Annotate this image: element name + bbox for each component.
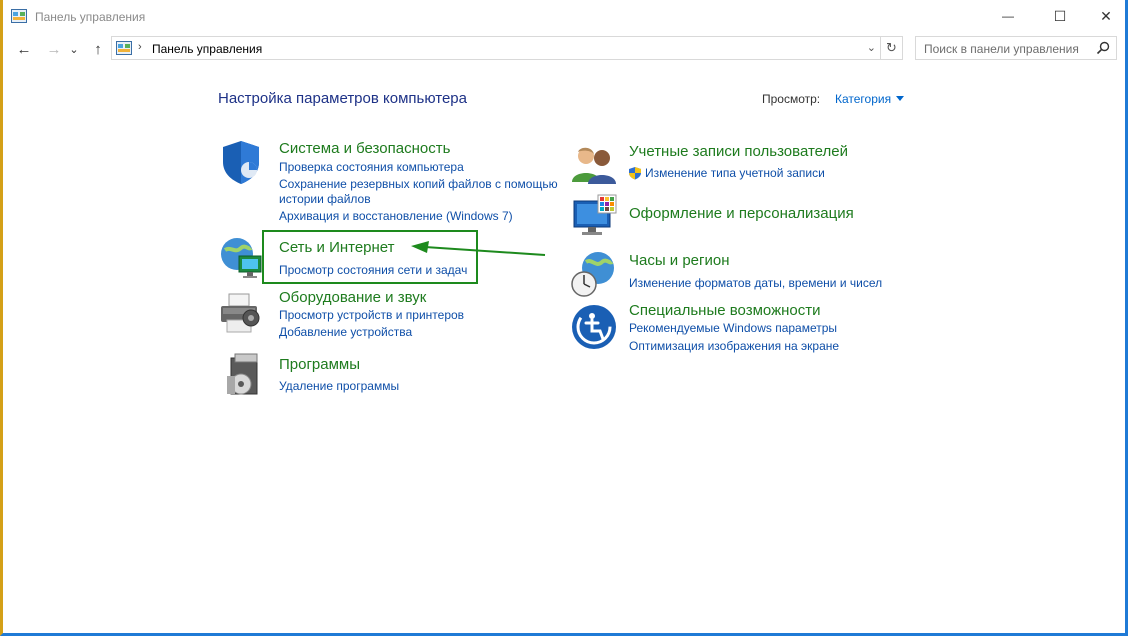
- link-change-account-type[interactable]: Изменение типа учетной записи: [645, 166, 825, 180]
- breadcrumb-control-panel[interactable]: Панель управления: [152, 42, 262, 56]
- clock-globe-icon[interactable]: [570, 250, 618, 298]
- programs-disc-icon[interactable]: [217, 352, 265, 400]
- back-arrow-icon: ←: [16, 40, 32, 58]
- link-date-time-formats[interactable]: Изменение форматов даты, времени и чисел: [629, 276, 882, 290]
- search-input[interactable]: Поиск в панели управления: [915, 36, 1117, 60]
- monitor-palette-icon[interactable]: [570, 193, 618, 241]
- close-button[interactable]: ✕: [1083, 0, 1128, 32]
- category-programs[interactable]: Программы: [279, 356, 360, 373]
- link-optimize-display[interactable]: Оптимизация изображения на экране: [629, 339, 839, 353]
- category-appearance-personalization[interactable]: Оформление и персонализация: [629, 205, 854, 222]
- users-icon[interactable]: [570, 142, 618, 190]
- link-file-history-backup[interactable]: Сохранение резервных копий файлов с помо…: [279, 177, 558, 191]
- up-arrow-icon: ↑: [94, 40, 102, 58]
- chevron-down-icon: ⌄: [69, 43, 79, 56]
- link-devices-printers[interactable]: Просмотр устройств и принтеров: [279, 308, 464, 322]
- category-system-security[interactable]: Система и безопасность: [279, 140, 450, 157]
- view-by-dropdown[interactable]: Категория: [835, 92, 891, 106]
- search-icon[interactable]: [1096, 41, 1110, 55]
- window-title: Панель управления: [35, 10, 146, 24]
- breadcrumb-separator-icon: ›: [138, 41, 142, 53]
- address-row: ← → ⌄ ↑ › Панель управления ⌄ ↻ Поиск в: [3, 36, 1125, 62]
- title-bar[interactable]: Панель управления — ☐ ✕: [3, 0, 1125, 32]
- minimize-icon: —: [1002, 9, 1014, 23]
- control-panel-window: Панель управления — ☐ ✕ ← → ⌄ ↑ › Панель…: [0, 0, 1128, 636]
- search-placeholder: Поиск в панели управления: [924, 42, 1079, 56]
- link-backup-restore-win7[interactable]: Архивация и восстановление (Windows 7): [279, 209, 513, 223]
- refresh-button[interactable]: ↻: [881, 36, 903, 60]
- accessibility-icon[interactable]: [570, 303, 618, 351]
- category-network-internet[interactable]: Сеть и Интернет: [279, 239, 395, 256]
- up-button[interactable]: ↑: [87, 38, 109, 60]
- printer-icon[interactable]: [217, 290, 265, 338]
- uac-shield-icon: [629, 167, 641, 180]
- link-recommended-settings[interactable]: Рекомендуемые Windows параметры: [629, 321, 837, 335]
- page-title: Настройка параметров компьютера: [218, 90, 467, 107]
- network-globe-icon[interactable]: [217, 234, 265, 282]
- annotation-arrow-icon: [411, 241, 546, 256]
- category-clock-region[interactable]: Часы и регион: [629, 252, 730, 269]
- back-button[interactable]: ←: [13, 38, 35, 60]
- maximize-button[interactable]: ☐: [1037, 0, 1083, 32]
- link-file-history-backup-cont[interactable]: истории файлов: [279, 192, 371, 206]
- category-ease-of-access[interactable]: Специальные возможности: [629, 302, 821, 319]
- view-by-chevron-icon[interactable]: [896, 96, 904, 101]
- close-icon: ✕: [1100, 7, 1112, 24]
- control-panel-icon: [116, 41, 132, 55]
- minimize-button[interactable]: —: [985, 0, 1031, 32]
- category-user-accounts[interactable]: Учетные записи пользователей: [629, 143, 848, 160]
- forward-arrow-icon: →: [46, 40, 62, 58]
- forward-button[interactable]: →: [43, 38, 65, 60]
- address-dropdown-icon[interactable]: ⌄: [867, 41, 876, 54]
- view-by-label: Просмотр:: [762, 92, 821, 106]
- recent-locations-button[interactable]: ⌄: [67, 38, 81, 60]
- address-bar[interactable]: › Панель управления ⌄: [111, 36, 881, 60]
- shield-icon[interactable]: [217, 138, 265, 186]
- link-network-status-tasks[interactable]: Просмотр состояния сети и задач: [279, 263, 467, 277]
- link-uninstall-program[interactable]: Удаление программы: [279, 379, 399, 393]
- maximize-icon: ☐: [1053, 7, 1067, 24]
- control-panel-icon: [11, 9, 27, 23]
- link-add-device[interactable]: Добавление устройства: [279, 325, 412, 339]
- category-hardware-sound[interactable]: Оборудование и звук: [279, 289, 426, 306]
- refresh-icon: ↻: [886, 40, 897, 55]
- link-check-computer-status[interactable]: Проверка состояния компьютера: [279, 160, 464, 174]
